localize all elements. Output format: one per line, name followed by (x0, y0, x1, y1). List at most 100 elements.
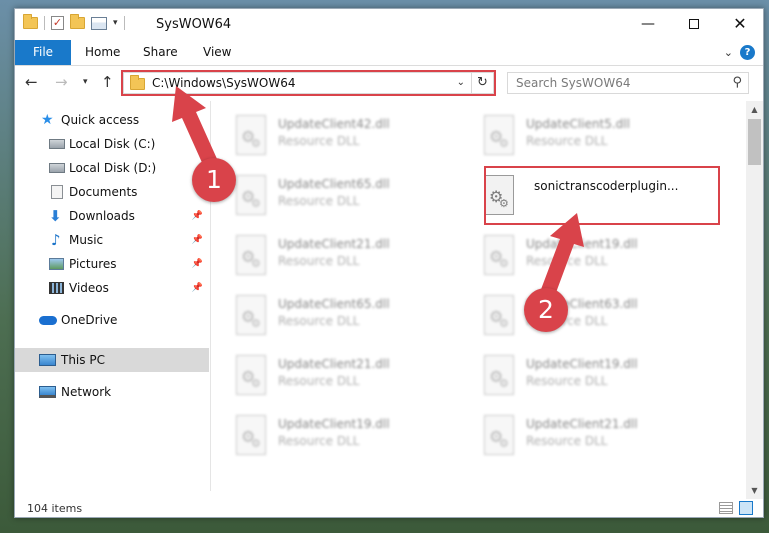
dll-file-icon: ⚙ ⚙ (484, 295, 514, 335)
vertical-scrollbar[interactable]: ▲ ▼ (746, 101, 763, 499)
file-item[interactable]: ⚙ ⚙ UpdateClient65.dll Resource DLL (226, 169, 466, 225)
expand-ribbon-chevron-icon[interactable]: ⌄ (724, 46, 733, 59)
dll-file-icon: ⚙ ⚙ (236, 295, 266, 335)
status-bar: 104 items (15, 499, 763, 517)
toolbar-separator (123, 16, 125, 30)
customize-toolbar-dropdown-icon[interactable]: ▾ (113, 18, 118, 28)
sidebar-item-quick-access[interactable]: ★ Quick access (15, 109, 209, 131)
file-type: Resource DLL (526, 134, 608, 148)
properties-check-icon[interactable]: ✓ (51, 16, 64, 30)
pin-icon[interactable]: 📌 (192, 235, 203, 245)
toolbar-separator (44, 16, 45, 30)
sidebar-item-label: Pictures (69, 257, 117, 271)
pin-icon[interactable]: 📌 (192, 283, 203, 293)
large-icons-view-icon[interactable] (739, 501, 753, 515)
sidebar-item-label: OneDrive (61, 313, 118, 327)
scroll-up-icon[interactable]: ▲ (746, 101, 763, 118)
file-list[interactable]: ⚙ ⚙ UpdateClient42.dll Resource DLL ⚙ ⚙ Up… (212, 101, 745, 491)
file-item[interactable]: ⚙ ⚙ UpdateClient19.dll Resource DLL (474, 349, 714, 405)
sidebar-item-documents[interactable]: Documents (15, 181, 209, 203)
pin-icon[interactable]: 📌 (192, 211, 203, 221)
file-name: UpdateClient21.dll (278, 357, 390, 371)
documents-icon (51, 185, 63, 199)
title-bar: ✓ ▾ SysWOW64 — ✕ (15, 9, 763, 40)
onedrive-icon (39, 315, 57, 325)
sidebar-item-label: Documents (69, 185, 138, 199)
properties-icon[interactable] (91, 16, 107, 30)
videos-icon (49, 282, 64, 294)
search-box[interactable]: ⚲ (507, 72, 749, 94)
maximize-button[interactable] (671, 9, 717, 40)
file-item[interactable]: ⚙ ⚙ UpdateClient63.dll Resource DLL (474, 289, 714, 345)
pictures-icon (49, 258, 64, 270)
sidebar-item-network[interactable]: Network (15, 381, 209, 403)
file-item[interactable]: ⚙ ⚙ UpdateClient65.dll Resource DLL (226, 289, 466, 345)
dll-file-icon: ⚙ ⚙ (484, 355, 514, 395)
search-icon[interactable]: ⚲ (732, 75, 742, 90)
sidebar-item-videos[interactable]: Videos 📌 (15, 277, 209, 299)
file-name: UpdateClient19.dll (526, 237, 638, 251)
new-folder-icon[interactable] (70, 14, 85, 29)
details-view-icon[interactable] (719, 502, 733, 514)
help-icon[interactable]: ? (740, 45, 755, 60)
tab-share[interactable]: Share (143, 40, 178, 65)
file-item[interactable]: ⚙ ⚙ UpdateClient19.dll Resource DLL (474, 229, 714, 285)
file-item[interactable]: ⚙ ⚙ UpdateClient42.dll Resource DLL (226, 109, 466, 165)
navigation-bar: ← → ▾ ↑ C:\Windows\SysWOW64 ⌄ ↻ ⚲ (15, 67, 763, 99)
forward-button[interactable]: → (55, 73, 68, 91)
sidebar-item-onedrive[interactable]: OneDrive (15, 309, 209, 331)
dll-file-icon: ⚙ ⚙ (236, 415, 266, 455)
music-icon: ♪ (51, 231, 61, 249)
sidebar-item-label: Videos (69, 281, 109, 295)
file-item[interactable]: ⚙ ⚙ UpdateClient21.dll Resource DLL (226, 349, 466, 405)
file-type: Resource DLL (278, 374, 360, 388)
tab-view[interactable]: View (203, 40, 231, 65)
recent-locations-dropdown-icon[interactable]: ▾ (83, 77, 88, 87)
file-name: UpdateClient65.dll (278, 177, 390, 191)
ribbon: File Home Share View ⌄ ? (15, 40, 763, 66)
sidebar-item-pictures[interactable]: Pictures 📌 (15, 253, 209, 275)
search-input[interactable] (516, 76, 716, 90)
sidebar-item-music[interactable]: ♪ Music 📌 (15, 229, 209, 251)
scroll-thumb[interactable] (748, 119, 761, 165)
file-item[interactable]: ⚙ ⚙ UpdateClient5.dll Resource DLL (474, 109, 714, 165)
annotation-highlight-address (121, 70, 496, 96)
file-name: UpdateClient21.dll (526, 417, 638, 431)
network-icon (39, 386, 56, 398)
dll-file-icon: ⚙ ⚙ (236, 235, 266, 275)
this-pc-icon (39, 354, 56, 366)
tab-file[interactable]: File (15, 40, 71, 65)
file-item[interactable]: ⚙ ⚙ UpdateClient21.dll Resource DLL (226, 229, 466, 285)
maximize-icon (689, 19, 699, 29)
tab-home[interactable]: Home (85, 40, 120, 65)
close-button[interactable]: ✕ (717, 9, 763, 40)
dll-file-icon: ⚙ ⚙ (484, 235, 514, 275)
dll-file-icon: ⚙ ⚙ (484, 115, 514, 155)
annotation-marker-2: 2 (524, 288, 568, 332)
downloads-icon: ⬇ (49, 207, 62, 225)
file-name: UpdateClient5.dll (526, 117, 630, 131)
pin-icon[interactable]: 📌 (192, 259, 203, 269)
navigation-pane: ★ Quick access Local Disk (C:) Local Dis… (15, 101, 211, 491)
file-name: UpdateClient65.dll (278, 297, 390, 311)
file-name: UpdateClient19.dll (278, 417, 390, 431)
sidebar-item-downloads[interactable]: ⬇ Downloads 📌 (15, 205, 209, 227)
sidebar-item-label: Local Disk (D:) (69, 161, 157, 175)
file-item[interactable]: ⚙ ⚙ UpdateClient19.dll Resource DLL (226, 409, 466, 465)
dll-file-icon: ⚙ ⚙ (236, 355, 266, 395)
sidebar-item-this-pc[interactable]: This PC (15, 348, 209, 372)
minimize-button[interactable]: — (625, 9, 671, 40)
sidebar-item-local-disk-d[interactable]: Local Disk (D:) (15, 157, 209, 179)
file-item[interactable]: ⚙ ⚙ UpdateClient21.dll Resource DLL (474, 409, 714, 465)
up-button[interactable]: ↑ (101, 73, 114, 91)
file-type: Resource DLL (278, 134, 360, 148)
dll-file-icon: ⚙ ⚙ (484, 415, 514, 455)
file-type: Resource DLL (526, 374, 608, 388)
file-type: Resource DLL (278, 194, 360, 208)
scroll-down-icon[interactable]: ▼ (746, 482, 763, 499)
file-name: UpdateClient42.dll (278, 117, 390, 131)
file-type: Resource DLL (278, 254, 360, 268)
sidebar-item-label: This PC (61, 353, 105, 367)
sidebar-item-local-disk-c[interactable]: Local Disk (C:) (15, 133, 209, 155)
back-button[interactable]: ← (25, 73, 38, 91)
